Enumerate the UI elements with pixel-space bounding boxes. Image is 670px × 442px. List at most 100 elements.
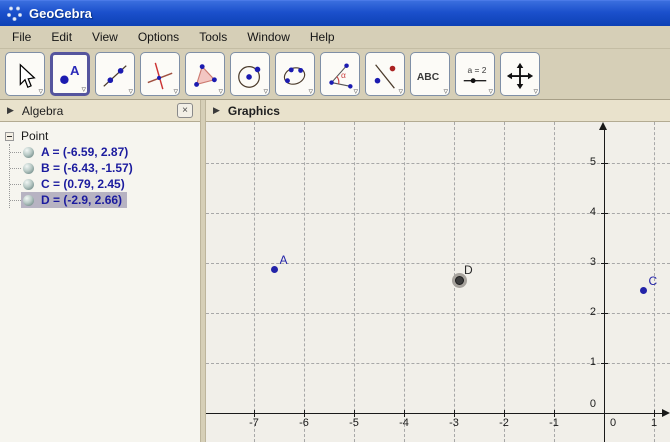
tool-dropdown-arrow-icon[interactable]: ▿ <box>38 87 43 96</box>
algebra-close-button[interactable]: × <box>177 103 193 118</box>
gridline-vertical <box>403 122 405 442</box>
graphics-header: ▶ Graphics <box>206 100 670 122</box>
tree-connector <box>10 183 21 185</box>
point-row-content[interactable]: C = (0.79, 2.45) <box>21 176 130 192</box>
x-axis-label: -7 <box>249 417 259 429</box>
menu-window[interactable]: Window <box>237 27 300 47</box>
algebra-point-row[interactable]: A = (-6.59, 2.87) <box>10 144 200 160</box>
conic-tool-button[interactable]: ▿ <box>275 52 315 96</box>
point-definition-label: B = (-6.43, -1.57) <box>41 161 133 175</box>
algebra-collapse-arrow-icon[interactable]: ▶ <box>7 105 14 116</box>
graphics-title: Graphics <box>227 103 280 118</box>
graph-point-A[interactable] <box>271 266 278 273</box>
titlebar[interactable]: GeoGebra <box>0 0 670 26</box>
point-root-row[interactable]: Point <box>0 128 200 144</box>
move-view-tool-button[interactable]: ▿ <box>500 52 540 96</box>
graph-point-label-D: D <box>464 263 473 277</box>
y-axis-tick <box>601 212 608 214</box>
x-axis-tick <box>253 410 255 417</box>
algebra-title: Algebra <box>21 103 64 118</box>
x-axis-tick <box>453 410 455 417</box>
x-axis-label: -6 <box>299 417 309 429</box>
gridline-vertical <box>303 122 305 442</box>
x-axis-tick <box>553 410 555 417</box>
line-tool-button[interactable]: ▿ <box>95 52 135 96</box>
tool-dropdown-arrow-icon[interactable]: ▿ <box>443 87 448 96</box>
menu-options[interactable]: Options <box>128 27 189 47</box>
tool-dropdown-arrow-icon[interactable]: ▿ <box>173 87 178 96</box>
graph-point-label-C: C <box>648 273 658 288</box>
y-axis-label: 3 <box>589 256 596 268</box>
line-icon <box>103 64 127 87</box>
geogebra-logo-icon <box>6 6 23 22</box>
point-row-content[interactable]: A = (-6.59, 2.87) <box>21 144 133 160</box>
x-axis-tick <box>503 410 505 417</box>
x-axis-label: 0 <box>610 417 617 429</box>
reflection-icon <box>374 63 396 89</box>
tool-dropdown-arrow-icon[interactable]: ▿ <box>533 87 538 96</box>
graphics-view[interactable]: -7-6-5-4-3-2-101012345ABCD <box>206 122 670 442</box>
graph-point-D[interactable] <box>454 275 464 285</box>
gridline-vertical <box>353 122 355 442</box>
menu-file[interactable]: File <box>2 27 41 47</box>
y-axis-label: 2 <box>589 306 596 318</box>
tool-dropdown-arrow-icon[interactable]: ▿ <box>218 87 223 96</box>
algebra-point-row[interactable]: C = (0.79, 2.45) <box>10 176 200 192</box>
algebra-point-row[interactable]: B = (-6.43, -1.57) <box>10 160 200 176</box>
tool-dropdown-arrow-icon[interactable]: ▿ <box>398 87 403 96</box>
point-row-content[interactable]: D = (-2.9, 2.66) <box>21 192 128 208</box>
graphics-collapse-arrow-icon[interactable]: ▶ <box>213 105 220 116</box>
text-tool-button[interactable]: ABC ▿ <box>410 52 450 96</box>
svg-text:a = 2: a = 2 <box>468 65 487 75</box>
slider-tool-button[interactable]: a = 2 ▿ <box>455 52 495 96</box>
algebra-tree: Point A = (-6.59, 2.87) B = (-6.43, -1.57… <box>0 122 200 442</box>
tool-dropdown-arrow-icon[interactable]: ▿ <box>353 87 358 96</box>
svg-text:ABC: ABC <box>417 71 440 82</box>
menu-edit[interactable]: Edit <box>41 27 82 47</box>
y-axis-tick <box>601 162 608 164</box>
tree-collapse-minus-icon[interactable] <box>5 131 14 141</box>
angle-tool-button[interactable]: α ▿ <box>320 52 360 96</box>
window-title: GeoGebra <box>29 6 92 21</box>
y-axis-label: 1 <box>589 356 596 368</box>
tool-dropdown-arrow-icon[interactable]: ▿ <box>308 87 313 96</box>
tool-dropdown-arrow-icon[interactable]: ▿ <box>263 87 268 96</box>
graph-point-label-A: A <box>279 252 288 267</box>
main-area: ▶ Algebra × Point A = (-6.59, 2.87) B = (… <box>0 100 670 442</box>
svg-text:α: α <box>341 69 346 79</box>
circle-tool-button[interactable]: ▿ <box>230 52 270 96</box>
menu-help[interactable]: Help <box>300 27 345 47</box>
menu-view[interactable]: View <box>82 27 128 47</box>
tree-connector <box>10 151 21 153</box>
x-axis-label: -4 <box>399 417 409 429</box>
y-axis <box>603 128 605 442</box>
point-sphere-icon <box>23 146 34 158</box>
y-axis-tick <box>601 312 608 314</box>
y-axis-label: 0 <box>589 398 596 410</box>
move-view-icon <box>506 62 534 89</box>
special-line-tool-button[interactable]: ▿ <box>140 52 180 96</box>
tool-dropdown-arrow-icon[interactable]: ▿ <box>128 87 133 96</box>
tool-dropdown-arrow-icon[interactable]: ▿ <box>488 87 493 96</box>
point-root-label: Point <box>21 129 49 143</box>
x-axis-label: -2 <box>499 417 509 429</box>
tool-dropdown-arrow-icon[interactable]: ▿ <box>81 85 86 94</box>
polygon-icon <box>194 63 217 87</box>
polygon-tool-button[interactable]: ▿ <box>185 52 225 96</box>
x-axis-tick <box>353 410 355 417</box>
point-tool-button[interactable]: A ▿ <box>50 52 90 96</box>
cursor-icon <box>19 62 36 88</box>
algebra-point-row[interactable]: D = (-2.9, 2.66) <box>10 192 200 208</box>
point-row-content[interactable]: B = (-6.43, -1.57) <box>21 160 138 176</box>
graph-point-C[interactable] <box>640 287 647 294</box>
algebra-panel: ▶ Algebra × Point A = (-6.59, 2.87) B = (… <box>0 100 200 442</box>
geogebra-window: GeoGebra File Edit View Options Tools Window H… <box>0 0 670 442</box>
transform-tool-button[interactable]: ▿ <box>365 52 405 96</box>
x-axis-tick <box>403 410 405 417</box>
algebra-children: A = (-6.59, 2.87) B = (-6.43, -1.57) C = (… <box>9 144 200 208</box>
text-abc-icon: ABC <box>417 71 440 82</box>
menu-tools[interactable]: Tools <box>189 27 237 47</box>
algebra-header: ▶ Algebra × <box>0 100 200 122</box>
point-definition-label: A = (-6.59, 2.87) <box>41 145 129 159</box>
move-tool-button[interactable]: ▿ <box>5 52 45 96</box>
